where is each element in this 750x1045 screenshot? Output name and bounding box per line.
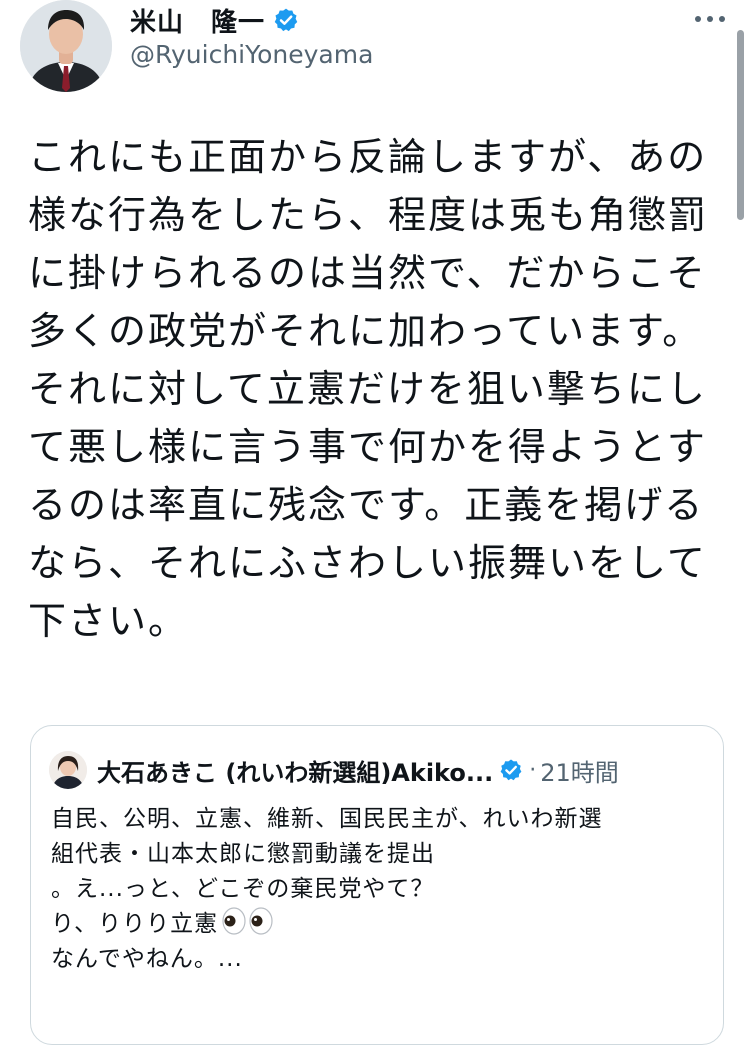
- scrollbar[interactable]: [737, 30, 744, 220]
- more-options-button[interactable]: [690, 4, 730, 34]
- tweet-author-row: 米山 隆一 @RyuichiYoneyama: [20, 0, 730, 110]
- author-avatar[interactable]: [20, 0, 112, 92]
- quoted-tweet-card[interactable]: 大石あきこ (れいわ新選組)Akiko... · 21時間 自民、公明、立憲、維…: [30, 725, 724, 1045]
- quoted-tweet-header: 大石あきこ (れいわ新選組)Akiko... · 21時間: [49, 750, 619, 790]
- quoted-tweet-time[interactable]: 21時間: [540, 753, 619, 788]
- time-separator: ·: [529, 757, 537, 783]
- eyes-emoji-icon: [222, 907, 273, 935]
- quoted-author-avatar[interactable]: [49, 751, 87, 789]
- author-name-line: 米山 隆一: [130, 2, 299, 38]
- quoted-text-line: なんでやねん。...: [51, 946, 243, 972]
- quoted-verified-badge-icon: [500, 759, 522, 781]
- quoted-avatar-photo-icon: [49, 751, 87, 789]
- quoted-text-line: 。え...っと、どこぞの棄民党やて？: [51, 876, 435, 902]
- quoted-text-line-with-emoji: り、りりり立憲: [51, 907, 711, 942]
- author-handle[interactable]: @RyuichiYoneyama: [130, 40, 373, 69]
- avatar-photo-icon: [20, 0, 112, 92]
- verified-badge-icon: [274, 8, 298, 32]
- quoted-author-name[interactable]: 大石あきこ (れいわ新選組)Akiko...: [97, 753, 493, 788]
- tweet-body-text: これにも正面から反論しますが、あの 様な行為をしたら、程度は兎も角懲罰 に掛けら…: [28, 135, 709, 643]
- quoted-tweet-text: 自民、公明、立憲、維新、国民民主が、れいわ新選 組代表・山本太郎に懲罰動議を提出…: [51, 802, 711, 977]
- quoted-text-line: 組代表・山本太郎に懲罰動議を提出: [51, 841, 435, 867]
- more-options-icon: [695, 16, 725, 22]
- quoted-text-segment: り、りりり立憲: [51, 911, 219, 937]
- quoted-text-line: 自民、公明、立憲、維新、国民民主が、れいわ新選: [51, 806, 603, 832]
- author-name[interactable]: 米山 隆一: [130, 2, 265, 39]
